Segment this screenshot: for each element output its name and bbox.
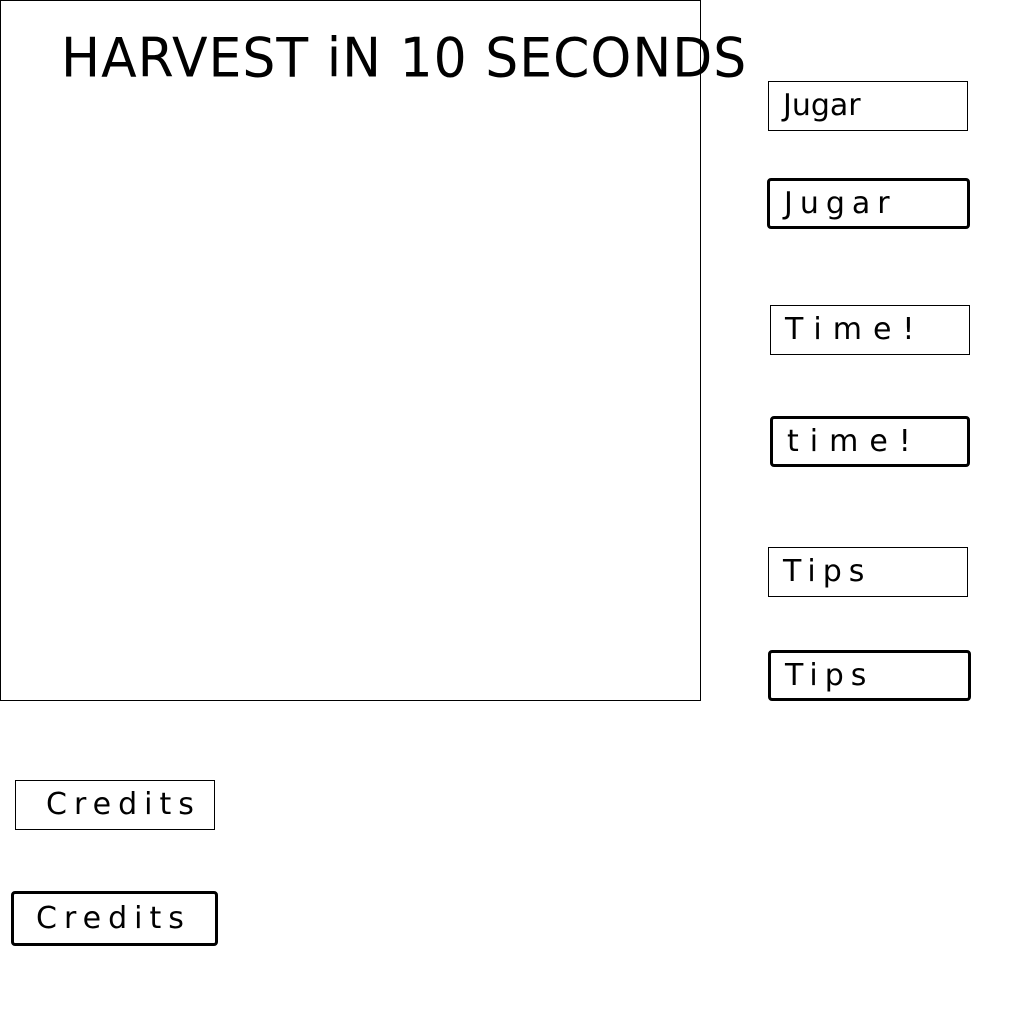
play-button-label: Jugar <box>783 88 861 123</box>
game-title: HARVEST iN 10 SECONDS <box>61 27 748 91</box>
tips-button-pressed-label: Tips <box>785 657 874 693</box>
credits-button-pressed[interactable]: Credits <box>11 891 218 946</box>
tips-button-label: Tips <box>783 554 872 589</box>
game-screen[interactable]: HARVEST iN 10 SECONDS <box>0 0 748 701</box>
play-button-pressed[interactable]: Jugar <box>767 178 970 229</box>
credits-button-label: Credits <box>46 787 201 822</box>
tips-button[interactable]: Tips <box>768 547 968 597</box>
tips-button-pressed[interactable]: Tips <box>768 650 971 701</box>
time-button-pressed-label: time! <box>787 423 922 459</box>
time-button-pressed[interactable]: time! <box>770 416 970 467</box>
play-button-pressed-label: Jugar <box>784 185 897 221</box>
credits-button-pressed-label: Credits <box>36 900 191 936</box>
play-button[interactable]: Jugar <box>768 81 968 131</box>
time-button[interactable]: Time! <box>770 305 970 355</box>
credits-button[interactable]: Credits <box>15 780 215 830</box>
time-button-label: Time! <box>785 312 926 347</box>
